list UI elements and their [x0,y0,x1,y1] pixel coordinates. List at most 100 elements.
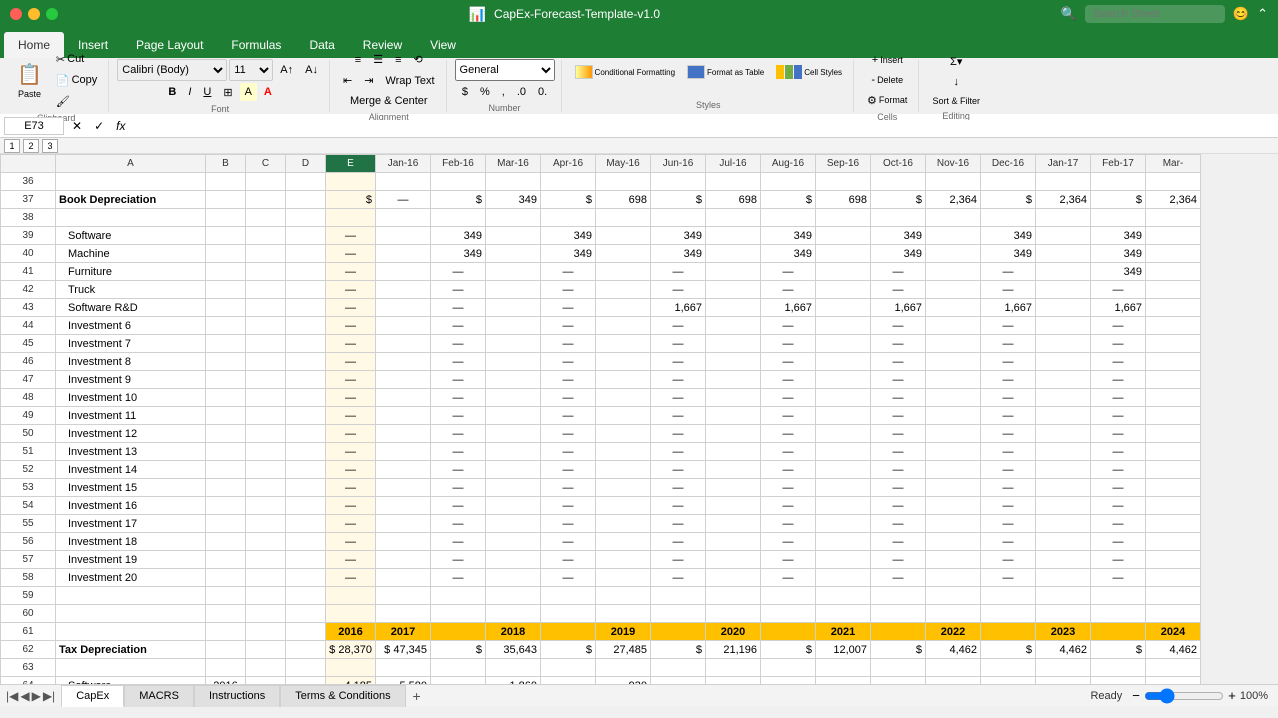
cell-p38[interactable] [926,209,981,227]
cell-p64[interactable]: — [926,677,981,685]
merge-center-button[interactable]: Merge & Center [345,92,433,110]
cell-f41[interactable] [376,263,431,281]
cell-f38[interactable] [376,209,431,227]
cell-a36[interactable] [56,173,206,191]
col-header-f[interactable]: Jan-16 [376,155,431,173]
percent-button[interactable]: % [475,83,495,101]
italic-button[interactable]: I [183,83,196,101]
sheet-last-button[interactable]: ▶| [43,689,55,703]
currency-button[interactable]: $ [457,83,473,101]
cell-o43[interactable]: 1,667 [871,299,926,317]
cell-c43[interactable] [246,299,286,317]
cell-j41[interactable] [596,263,651,281]
cell-l38[interactable] [706,209,761,227]
cell-m43[interactable]: 1,667 [761,299,816,317]
cell-t64[interactable]: — [1146,677,1201,685]
cell-l42[interactable] [706,281,761,299]
cell-d42[interactable] [286,281,326,299]
tab-data[interactable]: Data [295,32,348,58]
cell-c62[interactable] [246,641,286,659]
cell-k64[interactable]: — [651,677,706,685]
cell-b40[interactable] [206,245,246,263]
cell-h38[interactable] [486,209,541,227]
cell-i41[interactable]: — [541,263,596,281]
cell-f62[interactable]: $ 47,345 [376,641,431,659]
cell-f37[interactable]: — [376,191,431,209]
cell-t41[interactable] [1146,263,1201,281]
col-header-q[interactable]: Dec-16 [981,155,1036,173]
increase-decimal-button[interactable]: .0 [512,83,531,101]
cell-b42[interactable] [206,281,246,299]
sheet-next-button[interactable]: ▶ [32,689,41,703]
bold-button[interactable]: B [163,83,181,101]
cell-n41[interactable] [816,263,871,281]
cell-b38[interactable] [206,209,246,227]
col-header-a[interactable]: A [56,155,206,173]
cell-b43[interactable] [206,299,246,317]
col-header-p[interactable]: Nov-16 [926,155,981,173]
cell-q37[interactable]: $ [981,191,1036,209]
cell-o37[interactable]: $ [871,191,926,209]
cell-j62[interactable]: 27,485 [596,641,651,659]
cell-k42[interactable]: — [651,281,706,299]
formula-function-button[interactable]: fx [112,119,129,133]
cell-b36[interactable] [206,173,246,191]
cell-i40[interactable]: 349 [541,245,596,263]
cell-f64[interactable]: 5,580 [376,677,431,685]
col-header-j[interactable]: May-16 [596,155,651,173]
format-as-table-button[interactable]: Format as Table [682,62,769,82]
cell-o39[interactable]: 349 [871,227,926,245]
cell-d39[interactable] [286,227,326,245]
align-left-button[interactable]: ≡ [350,51,366,69]
cell-r37[interactable]: 2,364 [1036,191,1091,209]
cell-a37[interactable]: Book Depreciation [56,191,206,209]
cut-button[interactable]: ✂ Cut [51,50,102,69]
cell-l37[interactable]: 698 [706,191,761,209]
cell-j42[interactable] [596,281,651,299]
cell-l41[interactable] [706,263,761,281]
font-color-button[interactable]: A [259,83,277,101]
cell-d38[interactable] [286,209,326,227]
cell-r43[interactable] [1036,299,1091,317]
col-header-g[interactable]: Feb-16 [431,155,486,173]
cell-g62[interactable]: $ [431,641,486,659]
cell-s41[interactable]: 349 [1091,263,1146,281]
cell-n62[interactable]: 12,007 [816,641,871,659]
col-header-t[interactable]: Mar- [1146,155,1201,173]
cell-h36[interactable] [486,173,541,191]
decrease-decimal-button[interactable]: 0. [533,83,552,101]
cell-o36[interactable] [871,173,926,191]
cell-i39[interactable]: 349 [541,227,596,245]
cell-n40[interactable] [816,245,871,263]
cell-j64[interactable]: 930 [596,677,651,685]
col-header-o[interactable]: Oct-16 [871,155,926,173]
cell-n39[interactable] [816,227,871,245]
cell-s38[interactable] [1091,209,1146,227]
cell-s37[interactable]: $ [1091,191,1146,209]
cell-m37[interactable]: $ [761,191,816,209]
align-center-button[interactable]: ☰ [368,50,388,69]
cell-a62[interactable]: Tax Depreciation [56,641,206,659]
comma-button[interactable]: , [497,83,510,101]
format-button[interactable]: ⚙Format [862,91,912,110]
copy-button[interactable]: 📄 Copy [51,71,102,90]
cell-l43[interactable] [706,299,761,317]
cell-d40[interactable] [286,245,326,263]
cell-c36[interactable] [246,173,286,191]
font-size-select[interactable]: 11 [229,59,273,81]
cell-d37[interactable] [286,191,326,209]
cell-f40[interactable] [376,245,431,263]
cell-a38[interactable] [56,209,206,227]
level-2-button[interactable]: 2 [23,139,39,153]
cell-e39[interactable]: — [326,227,376,245]
cell-g43[interactable]: — [431,299,486,317]
cell-b64[interactable]: 2016 [206,677,246,685]
cell-t37[interactable]: 2,364 [1146,191,1201,209]
cell-e42[interactable]: — [326,281,376,299]
cell-s39[interactable]: 349 [1091,227,1146,245]
cell-i37[interactable]: $ [541,191,596,209]
cell-q39[interactable]: 349 [981,227,1036,245]
cell-r36[interactable] [1036,173,1091,191]
cell-m41[interactable]: — [761,263,816,281]
format-painter-button[interactable]: 🖌 [51,92,102,111]
